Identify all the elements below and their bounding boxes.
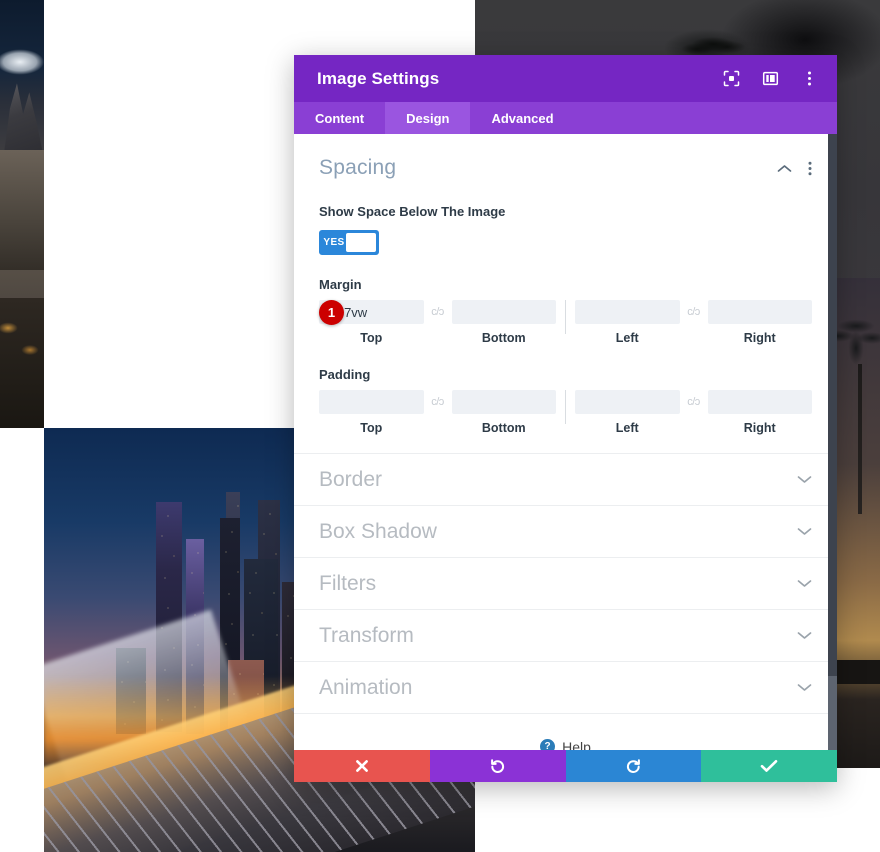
section-spacing: Spacing Show Space Below The Image YES M…	[294, 134, 837, 454]
chevron-down-icon[interactable]	[797, 679, 812, 697]
link-glyph: c/ɔ	[431, 306, 444, 318]
margin-right-input[interactable]	[707, 300, 812, 324]
modal-body: Spacing Show Space Below The Image YES M…	[294, 134, 837, 750]
undo-button[interactable]	[429, 750, 566, 782]
padding-top-field-col: Top	[319, 390, 424, 435]
section-border[interactable]: Border	[294, 454, 837, 506]
modal-tabs: Content Design Advanced	[294, 102, 837, 134]
link-glyph: c/ɔ	[687, 396, 700, 408]
mountain-cloud	[0, 44, 44, 84]
help-label: Help	[562, 738, 591, 751]
padding-top-label: Top	[360, 421, 383, 435]
margin-right-label: Right	[743, 331, 776, 345]
scrollbar-thumb[interactable]	[828, 134, 837, 677]
save-button[interactable]	[701, 750, 837, 782]
help-row[interactable]: ? Help	[294, 714, 837, 750]
more-vertical-icon[interactable]	[799, 69, 819, 89]
section-transform[interactable]: Transform	[294, 610, 837, 662]
background-palm-image	[836, 278, 880, 768]
focus-target-icon[interactable]	[721, 69, 741, 89]
section-animation-label: Animation	[319, 675, 413, 699]
padding-fields-row: Top c/ɔ Bottom Left c/ɔ Right	[319, 390, 812, 435]
question-mark-icon: ?	[540, 739, 556, 750]
padding-left-input[interactable]	[575, 390, 680, 414]
mountain-trees	[0, 298, 44, 428]
chevron-down-icon[interactable]	[797, 627, 812, 645]
padding-left-label: Left	[615, 421, 639, 435]
margin-top-bottom-group: 24.7vw Top c/ɔ Bottom	[319, 300, 556, 345]
padding-bottom-field-col: Bottom	[451, 390, 556, 435]
palm-trunk	[858, 364, 862, 514]
margin-left-label: Left	[615, 331, 639, 345]
padding-right-input[interactable]	[707, 390, 812, 414]
toggle-knob	[346, 233, 376, 252]
section-animation[interactable]: Animation	[294, 662, 837, 714]
padding-group-label: Padding	[319, 367, 371, 382]
modal-titlebar: Image Settings	[294, 55, 837, 102]
margin-bottom-input[interactable]	[451, 300, 556, 324]
margin-left-input[interactable]	[575, 300, 680, 324]
padding-top-bottom-group: Top c/ɔ Bottom	[319, 390, 556, 435]
margin-bottom-label: Bottom	[481, 331, 526, 345]
section-filters[interactable]: Filters	[294, 558, 837, 610]
link-glyph: c/ɔ	[431, 396, 444, 408]
spacing-section-title: Spacing	[319, 156, 397, 179]
margin-top-label: Top	[360, 331, 383, 345]
spacing-header-actions	[777, 161, 812, 176]
section-box-shadow[interactable]: Box Shadow	[294, 506, 837, 558]
chevron-up-icon[interactable]	[777, 164, 792, 173]
toggle-value-label: YES	[323, 237, 345, 248]
image-settings-modal: Image Settings Content Design Advanced S…	[294, 55, 837, 782]
tab-design[interactable]: Design	[385, 102, 471, 134]
cancel-button[interactable]	[294, 750, 430, 782]
show-space-below-toggle[interactable]: YES	[319, 230, 379, 255]
tab-content[interactable]: Content	[294, 102, 385, 134]
section-border-label: Border	[319, 467, 383, 491]
margin-link-icon-vertical[interactable]: c/ɔ	[424, 300, 452, 324]
link-glyph: c/ɔ	[687, 306, 700, 318]
padding-left-field-col: Left	[575, 390, 680, 435]
layout-panel-icon[interactable]	[760, 69, 780, 89]
padding-link-icon-horizontal[interactable]: c/ɔ	[680, 390, 708, 414]
page-title: Image Settings	[317, 68, 440, 88]
chevron-down-icon[interactable]	[797, 523, 812, 541]
section-filters-label: Filters	[319, 571, 377, 595]
margin-link-icon-horizontal[interactable]: c/ɔ	[680, 300, 708, 324]
padding-divider	[565, 390, 566, 424]
padding-right-field-col: Right	[707, 390, 812, 435]
settings-scroll-area: Spacing Show Space Below The Image YES M…	[294, 134, 837, 750]
titlebar-actions	[721, 69, 819, 89]
padding-top-input[interactable]	[319, 390, 424, 414]
margin-left-field-col: Left	[575, 300, 680, 345]
step-badge-1: 1	[319, 300, 344, 325]
margin-divider	[565, 300, 566, 334]
margin-fields-row: 1 24.7vw Top c/ɔ Bottom Left c/ɔ Right	[319, 300, 812, 345]
chevron-down-icon[interactable]	[797, 471, 812, 489]
padding-bottom-label: Bottom	[481, 421, 526, 435]
redo-button[interactable]	[565, 750, 702, 782]
panel-scrollbar[interactable]	[828, 134, 837, 750]
padding-bottom-input[interactable]	[451, 390, 556, 414]
margin-left-right-group: Left c/ɔ Right	[575, 300, 812, 345]
palm-ground	[836, 660, 880, 684]
section-box-shadow-label: Box Shadow	[319, 519, 437, 543]
padding-link-icon-vertical[interactable]: c/ɔ	[424, 390, 452, 414]
modal-footer	[294, 750, 837, 782]
show-space-below-label: Show Space Below The Image	[319, 204, 506, 219]
spacing-more-icon[interactable]	[808, 161, 812, 176]
tab-advanced[interactable]: Advanced	[470, 102, 574, 134]
margin-group-label: Margin	[319, 277, 362, 292]
chevron-down-icon[interactable]	[797, 575, 812, 593]
margin-right-field-col: Right	[707, 300, 812, 345]
margin-bottom-field-col: Bottom	[451, 300, 556, 345]
mountain-slope	[0, 150, 44, 270]
background-mountain-image	[0, 0, 44, 428]
padding-right-label: Right	[743, 421, 776, 435]
section-transform-label: Transform	[319, 623, 414, 647]
spacing-section-header[interactable]: Spacing	[319, 156, 812, 180]
padding-left-right-group: Left c/ɔ Right	[575, 390, 812, 435]
screen: Image Settings Content Design Advanced S…	[0, 0, 880, 852]
